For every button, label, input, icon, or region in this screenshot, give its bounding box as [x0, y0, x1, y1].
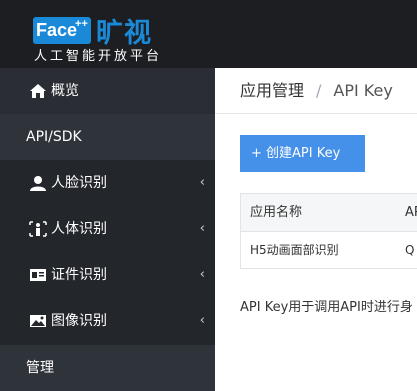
sidebar-item-body-recognition[interactable]: 人体识别 ‹: [0, 206, 215, 252]
sidebar-item-face-recognition[interactable]: 人脸识别 ‹: [0, 160, 215, 206]
chevron-left-icon: ‹: [199, 267, 205, 282]
column-header-api-key: AP: [405, 205, 417, 220]
create-api-key-button[interactable]: + 创建API Key: [240, 135, 365, 172]
breadcrumb: 应用管理 / API Key: [215, 68, 417, 114]
section-label: API/SDK: [26, 129, 82, 145]
breadcrumb-separator: /: [316, 81, 322, 100]
column-header-app-name: 应用名称: [250, 205, 303, 220]
logo-brand: Face: [36, 20, 78, 40]
chevron-left-icon: ‹: [199, 175, 205, 190]
sidebar-item-overview[interactable]: 概览: [0, 68, 215, 114]
top-bar: Face ++ 旷视 人工智能开放平台: [0, 0, 417, 68]
sidebar-item-image-recognition[interactable]: 图像识别 ‹: [0, 298, 215, 344]
logo-sup: ++: [75, 18, 88, 30]
main-content: 应用管理 / API Key + 创建API Key 应用名称 AP H5动画面部识…: [215, 68, 417, 391]
sidebar-item-label: 概览: [51, 83, 79, 99]
breadcrumb-current: API Key: [333, 81, 393, 100]
chevron-left-icon: ‹: [199, 221, 205, 236]
sidebar-item-label: 证件识别: [51, 267, 107, 283]
sidebar-item-id-recognition[interactable]: 证件识别 ‹: [0, 252, 215, 298]
sidebar-item-label: 图像识别: [51, 313, 107, 329]
api-key-description: API Key用于调用API时进行身: [240, 300, 413, 315]
api-key-table: 应用名称 AP H5动画面部识别 Q: [240, 193, 417, 269]
image-icon: [30, 315, 46, 327]
breadcrumb-parent[interactable]: 应用管理: [240, 81, 304, 100]
sidebar-section-manage: 管理: [0, 345, 215, 391]
home-icon: [30, 84, 46, 98]
chevron-left-icon: ‹: [199, 313, 205, 328]
sidebar-item-label: 人脸识别: [51, 175, 107, 191]
logo-tagline: 人工智能开放平台: [34, 49, 163, 64]
table-cell-api-key: Q: [405, 243, 415, 257]
sidebar-item-label: 人体识别: [51, 221, 107, 237]
user-icon: [30, 176, 46, 191]
table-cell-app-name: H5动画面部识别: [250, 243, 339, 257]
id-card-icon: [30, 269, 46, 281]
logo[interactable]: Face ++: [33, 17, 91, 44]
sidebar-section-api-sdk: API/SDK: [0, 114, 215, 160]
table-header: 应用名称 AP: [241, 194, 417, 232]
body-scan-icon: [29, 221, 47, 237]
sidebar: 概览 API/SDK 人脸识别 ‹ 人体识别 ‹ 证件识别 ‹ 图像识别 ‹ 管…: [0, 68, 215, 391]
section-label: 管理: [26, 360, 54, 376]
